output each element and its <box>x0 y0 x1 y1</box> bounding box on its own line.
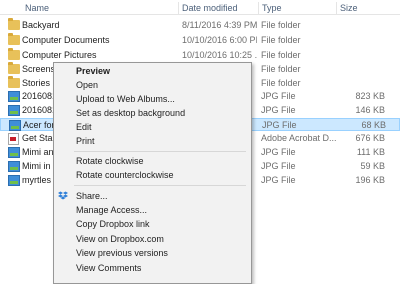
file-type: File folder <box>261 64 301 74</box>
file-size <box>340 34 385 47</box>
file-type: JPG File <box>262 120 297 130</box>
file-size: 68 KB <box>361 120 386 130</box>
menu-item-view-on-dropbox[interactable]: View on Dropbox.com <box>76 233 164 246</box>
folder-icon <box>8 76 20 88</box>
file-size <box>340 77 385 90</box>
file-size: 823 KB <box>355 91 385 101</box>
file-type: Adobe Acrobat D... <box>261 133 337 143</box>
menu-separator <box>74 151 246 152</box>
file-type: File folder <box>261 20 301 30</box>
menu-separator <box>74 185 246 186</box>
folder-icon <box>8 18 20 30</box>
file-type: JPG File <box>261 161 296 171</box>
menu-item-upload-web-albums[interactable]: Upload to Web Albums... <box>76 93 175 106</box>
file-size: 146 KB <box>355 105 385 115</box>
file-type: JPG File <box>261 105 296 115</box>
folder-icon <box>8 48 20 60</box>
menu-item-edit[interactable]: Edit <box>76 121 92 134</box>
file-type: JPG File <box>261 147 296 157</box>
menu-item-view-previous-versions[interactable]: View previous versions <box>76 247 168 260</box>
column-header-date-modified[interactable]: Date modified <box>178 2 258 14</box>
file-size: 196 KB <box>355 175 385 185</box>
column-header-type[interactable]: Type <box>258 2 336 14</box>
menu-item-rotate-clockwise[interactable]: Rotate clockwise <box>76 155 144 168</box>
file-row[interactable]: Backyard 8/11/2016 4:39 PM File folder <box>0 18 400 32</box>
file-date: 8/11/2016 4:39 PM <box>182 20 257 30</box>
menu-item-set-desktop-background[interactable]: Set as desktop background <box>76 107 185 120</box>
file-date: 10/10/2016 6:00 PM <box>182 35 257 45</box>
file-size <box>340 63 385 76</box>
jpg-file-icon <box>9 120 21 131</box>
menu-item-print[interactable]: Print <box>76 135 95 148</box>
jpg-file-icon <box>8 105 20 116</box>
pdf-file-icon <box>8 133 19 145</box>
column-header-bar: Name Date modified Type Size <box>0 0 400 15</box>
menu-item-open[interactable]: Open <box>76 79 98 92</box>
file-size: 676 KB <box>355 133 385 143</box>
file-type: File folder <box>261 35 301 45</box>
column-header-size[interactable]: Size <box>336 2 400 14</box>
folder-icon <box>8 62 20 74</box>
file-size: 59 KB <box>360 161 385 171</box>
file-type: JPG File <box>261 91 296 101</box>
menu-item-copy-dropbox-link[interactable]: Copy Dropbox link <box>76 218 150 231</box>
file-type: JPG File <box>261 175 296 185</box>
context-menu: Preview Open Upload to Web Albums... Set… <box>53 62 252 284</box>
column-header-name[interactable]: Name <box>22 2 178 14</box>
file-type: File folder <box>261 78 301 88</box>
file-size: 111 KB <box>356 147 385 157</box>
jpg-file-icon <box>8 91 20 102</box>
file-row[interactable]: Computer Pictures 10/10/2016 10:25 ... F… <box>0 48 400 62</box>
jpg-file-icon <box>8 147 20 158</box>
menu-item-share[interactable]: Share... <box>76 190 108 203</box>
file-type: File folder <box>261 50 301 60</box>
menu-item-manage-access[interactable]: Manage Access... <box>76 204 147 217</box>
file-size <box>340 49 385 62</box>
menu-item-rotate-counterclockwise[interactable]: Rotate counterclockwise <box>76 169 174 182</box>
jpg-file-icon <box>8 161 20 172</box>
jpg-file-icon <box>8 175 20 186</box>
file-date: 10/10/2016 10:25 ... <box>182 50 257 60</box>
menu-item-preview[interactable]: Preview <box>76 65 110 78</box>
menu-item-view-comments[interactable]: View Comments <box>76 262 141 275</box>
file-size <box>340 19 385 32</box>
folder-icon <box>8 33 20 45</box>
file-row[interactable]: Computer Documents 10/10/2016 6:00 PM Fi… <box>0 33 400 47</box>
dropbox-icon <box>58 191 68 200</box>
